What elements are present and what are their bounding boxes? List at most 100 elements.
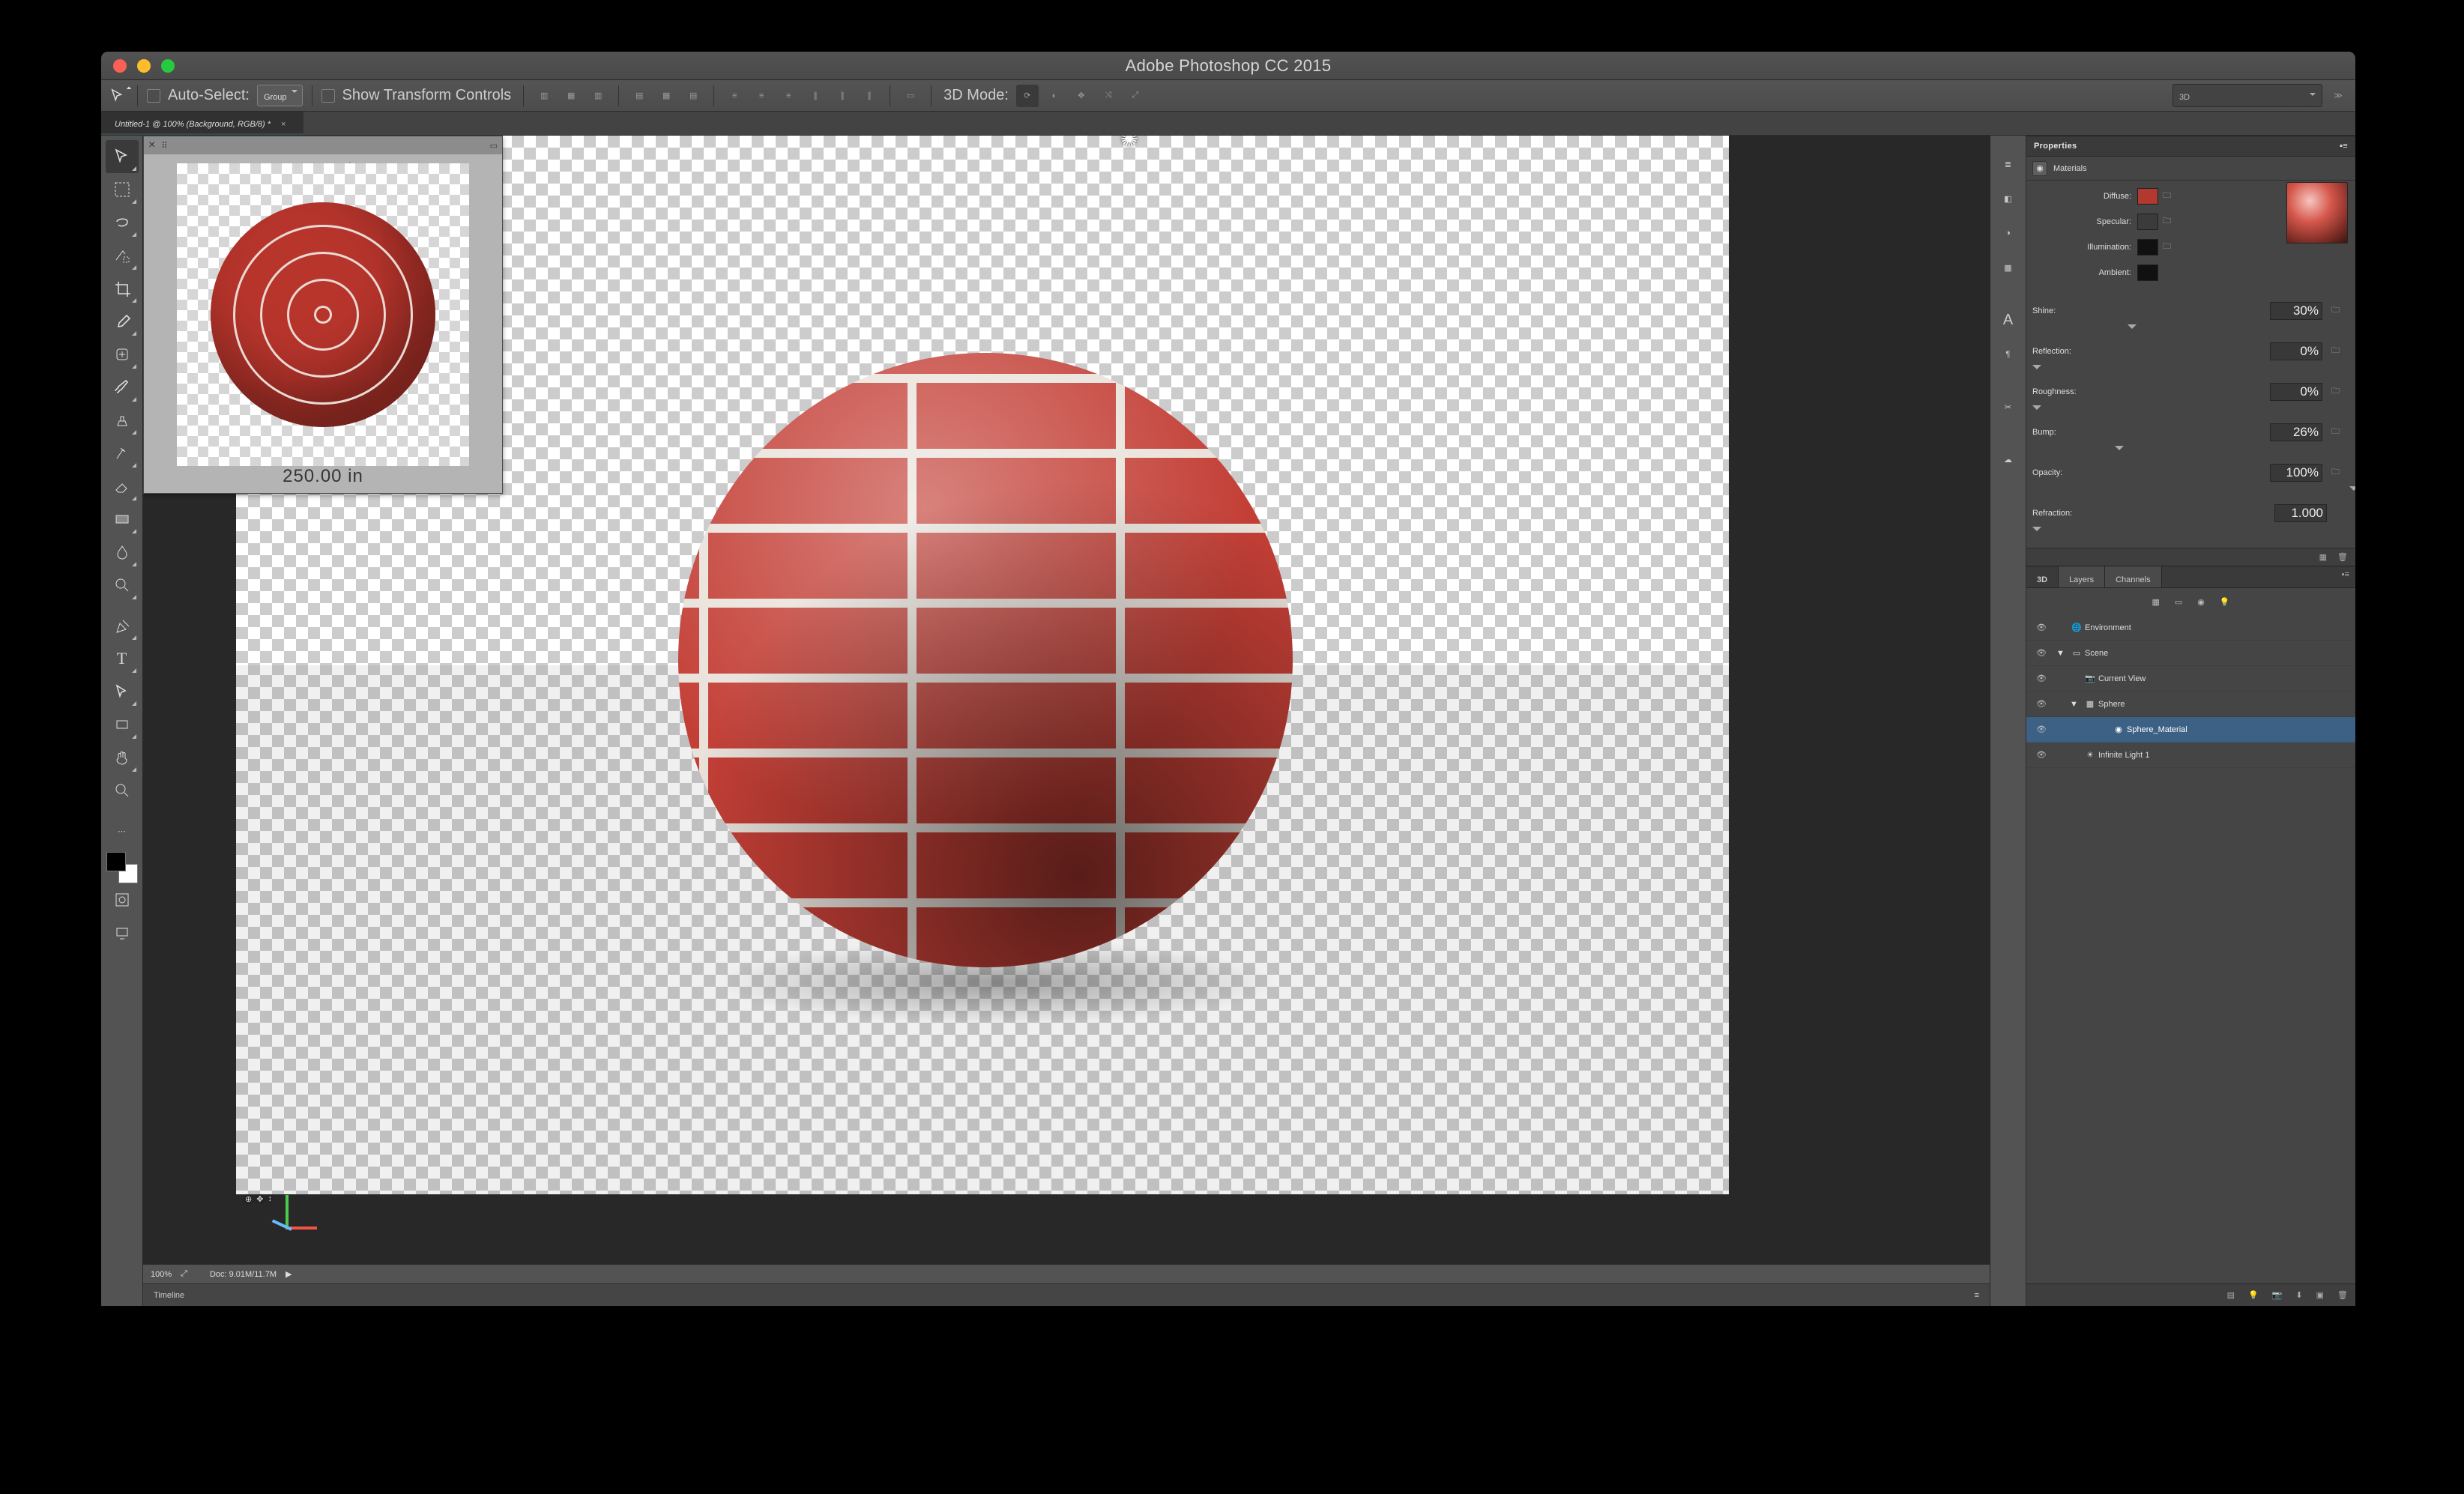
move-tool[interactable] (106, 140, 139, 173)
slider-texture-picker-icon[interactable]: 🗀 (2331, 344, 2349, 359)
timeline-panel[interactable]: Timeline ≡ (143, 1283, 1990, 1306)
slider-value-input[interactable]: 1.000 (2274, 504, 2327, 522)
close-document-icon[interactable]: × (281, 120, 286, 129)
document-tab[interactable]: Untitled-1 @ 100% (Background, RGB/8) * … (101, 112, 304, 135)
slider-track[interactable] (2032, 485, 2349, 495)
screen-mode-button[interactable] (106, 916, 139, 949)
canvas-viewport[interactable]: ✺ × ⠿ ▭ 250.00 in 250.00 in 250.00 in 25… (143, 136, 1990, 1264)
new-camera-icon[interactable]: 📷 (2272, 1290, 2283, 1300)
workspace-dropdown-icon[interactable]: ≫ (2327, 85, 2349, 107)
zoom-tool[interactable] (106, 774, 139, 807)
status-expand-icon[interactable]: ⤢ (181, 1269, 187, 1279)
secondary-panel-menu-icon[interactable]: ▪≡ (2342, 566, 2355, 587)
slider-track[interactable] (2032, 323, 2349, 333)
slider-texture-picker-icon[interactable]: 🗀 (2331, 303, 2349, 318)
align-vertical-centers-icon[interactable]: ▦ (655, 85, 677, 107)
visibility-toggle-icon[interactable]: 👁 (2026, 725, 2056, 734)
timeline-menu-icon[interactable]: ≡ (1975, 1291, 1979, 1300)
align-left-edges-icon[interactable]: ▥ (533, 85, 555, 107)
slider-track[interactable] (2032, 404, 2349, 414)
slider-track[interactable] (2032, 444, 2349, 455)
uv-overlay-panel[interactable]: × ⠿ ▭ 250.00 in 250.00 in 250.00 in 250.… (143, 136, 503, 494)
workspace-switcher[interactable]: 3D (2172, 84, 2322, 107)
doc-info-menu-icon[interactable]: ▶ (286, 1269, 292, 1279)
minimize-window-button[interactable] (137, 59, 151, 73)
quick-mask-button[interactable] (106, 883, 139, 916)
scene-tree-row[interactable]: 👁🌐Environment (2026, 615, 2355, 641)
filter-meshes-icon[interactable]: ▭ (2175, 597, 2182, 607)
clone-stamp-tool[interactable] (106, 404, 139, 437)
tab-channels[interactable]: Channels (2105, 566, 2161, 587)
3d-scale-icon[interactable]: ⤢ (1124, 85, 1147, 107)
slider-value-input[interactable]: 30% (2270, 302, 2322, 320)
edit-toolbar-button[interactable]: ⋯ (106, 814, 139, 847)
3d-slide-icon[interactable]: ⤨ (1097, 85, 1120, 107)
uv-panel-drag-icon[interactable]: ⠿ (161, 141, 167, 151)
show-transform-checkbox[interactable] (321, 89, 335, 103)
scene-tree-row[interactable]: 👁▼▦Sphere (2026, 692, 2355, 717)
3d-rotate-icon[interactable]: ⟳ (1016, 85, 1039, 107)
ambient-swatch[interactable] (2137, 264, 2158, 281)
render-icon[interactable]: ▤ (2227, 1290, 2235, 1300)
add-to-scene-icon[interactable]: ⬇︎ (2295, 1290, 2302, 1300)
distribute-left-icon[interactable]: ∥ (804, 85, 827, 107)
properties-footer-trash-icon[interactable]: 🗑 (2337, 552, 2348, 562)
type-tool[interactable]: T (106, 642, 139, 675)
properties-footer-grid-icon[interactable]: ▦ (2319, 552, 2327, 562)
uv-panel-menu-icon[interactable]: ▭ (490, 141, 498, 151)
auto-select-checkbox[interactable] (147, 89, 160, 103)
distribute-vcenter-icon[interactable]: ≡ (750, 85, 773, 107)
eyedropper-tool[interactable] (106, 305, 139, 338)
blur-tool[interactable] (106, 536, 139, 569)
healing-brush-tool[interactable] (106, 338, 139, 371)
3d-axis-widget[interactable] (263, 1195, 315, 1247)
distribute-bottom-icon[interactable]: ≡ (777, 85, 800, 107)
slider-value-input[interactable]: 0% (2270, 383, 2322, 401)
align-top-edges-icon[interactable]: ▤ (628, 85, 650, 107)
filter-lights-icon[interactable]: 💡 (2220, 597, 2230, 607)
doc-info[interactable]: Doc: 9.01M/11.7M (210, 1270, 277, 1279)
properties-panel-tab[interactable]: Properties ▪≡ (2026, 136, 2355, 157)
slider-texture-picker-icon[interactable]: 🗀 (2331, 425, 2349, 440)
close-window-button[interactable] (113, 59, 127, 73)
infinite-light-widget[interactable]: ✺ (1120, 136, 1138, 151)
diffuse-swatch[interactable] (2137, 188, 2158, 205)
foreground-color-swatch[interactable] (106, 852, 126, 871)
history-brush-tool[interactable] (106, 437, 139, 470)
color-panel-icon[interactable]: ◧ (1995, 185, 2022, 212)
brush-tool[interactable] (106, 371, 139, 404)
new-item-icon[interactable]: ▣ (2316, 1290, 2324, 1300)
auto-align-icon[interactable]: ▭ (899, 85, 922, 107)
libraries-panel-icon[interactable]: ☁ (1995, 446, 2022, 473)
slider-value-input[interactable]: 26% (2270, 423, 2322, 441)
dodge-tool[interactable] (106, 569, 139, 602)
slider-texture-picker-icon[interactable]: 🗀 (2331, 465, 2349, 480)
sphere-object[interactable] (678, 353, 1293, 967)
distribute-right-icon[interactable]: ∥ (858, 85, 881, 107)
visibility-toggle-icon[interactable]: 👁 (2026, 648, 2056, 658)
pen-tool[interactable] (106, 609, 139, 642)
paragraph-panel-icon[interactable]: ¶ (1995, 341, 2022, 368)
filter-materials-icon[interactable]: ◉ (2197, 597, 2205, 607)
actions-panel-icon[interactable]: ✂ (1995, 393, 2022, 420)
gradient-tool[interactable] (106, 503, 139, 536)
scene-tree-row[interactable]: 👁▼▭Scene (2026, 641, 2355, 666)
character-panel-icon[interactable]: A (1995, 306, 2022, 333)
3d-roll-icon[interactable]: ◐ (1043, 85, 1066, 107)
marquee-tool[interactable] (106, 173, 139, 206)
foreground-background-swatches[interactable] (106, 852, 138, 883)
visibility-toggle-icon[interactable]: 👁 (2026, 623, 2056, 632)
material-preview-thumbnail[interactable] (2286, 182, 2348, 244)
align-horizontal-centers-icon[interactable]: ▦ (560, 85, 582, 107)
uv-overlay-header[interactable]: × ⠿ ▭ (144, 136, 502, 154)
visibility-toggle-icon[interactable]: 👁 (2026, 674, 2056, 683)
specular-swatch[interactable] (2137, 214, 2158, 230)
quick-selection-tool[interactable] (106, 239, 139, 272)
slider-value-input[interactable]: 100% (2270, 464, 2322, 482)
adjustments-panel-icon[interactable]: ◑ (1995, 220, 2022, 247)
new-light-icon[interactable]: 💡 (2248, 1290, 2259, 1300)
specular-texture-picker-icon[interactable]: 🗀 (2163, 214, 2181, 229)
active-tool-icon[interactable] (107, 85, 128, 106)
diffuse-texture-picker-icon[interactable]: 🗀 (2163, 189, 2181, 204)
illumination-swatch[interactable] (2137, 239, 2158, 255)
